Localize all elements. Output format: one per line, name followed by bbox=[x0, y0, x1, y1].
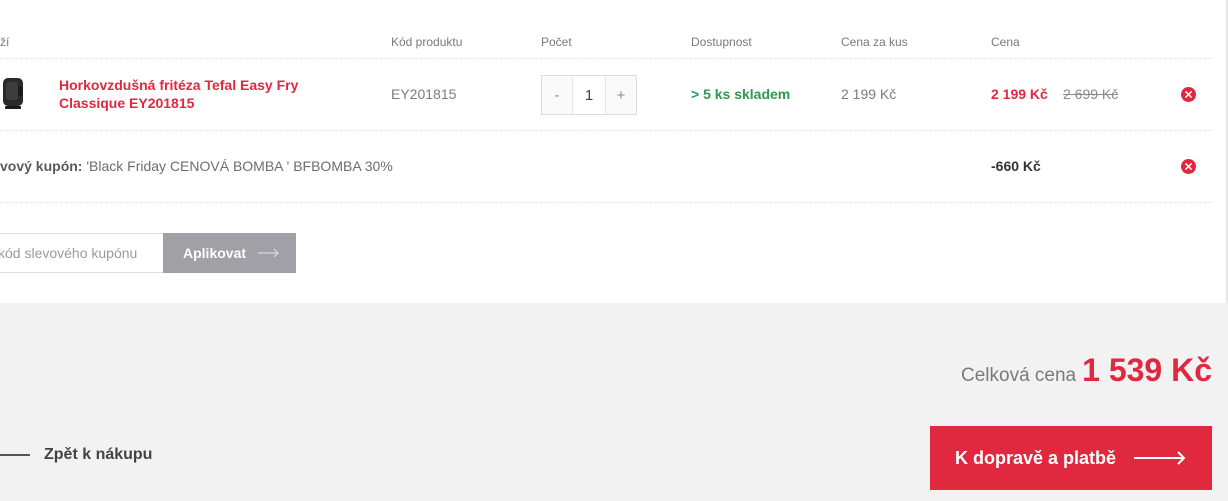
header-availability: Dostupnost bbox=[691, 35, 752, 49]
header-price: Cena bbox=[991, 35, 1020, 49]
coupon-discount: -660 Kč bbox=[991, 158, 1041, 174]
row-divider bbox=[0, 130, 1212, 131]
product-code: EY201815 bbox=[391, 86, 457, 102]
checkout-button[interactable]: K dopravě a platbě bbox=[930, 426, 1212, 490]
header-unit-price: Cena za kus bbox=[841, 35, 908, 49]
total-value: 1 539 Kč bbox=[1082, 352, 1212, 388]
cart-panel: ží Kód produktu Počet Dostupnost Cena za… bbox=[0, 0, 1228, 303]
remove-coupon-button[interactable] bbox=[1181, 159, 1196, 174]
header-product: ží bbox=[0, 35, 10, 49]
quantity-increase-button[interactable]: + bbox=[606, 76, 636, 114]
header-qty: Počet bbox=[541, 35, 572, 49]
apply-coupon-button[interactable]: Aplikovat bbox=[163, 233, 296, 273]
cart-total: Celková cena 1 539 Kč bbox=[961, 352, 1212, 389]
item-old-price: 2 699 Kč bbox=[1063, 86, 1119, 102]
quantity-decrease-button[interactable]: - bbox=[542, 76, 572, 114]
close-icon bbox=[1185, 163, 1192, 170]
item-price: 2 199 Kč bbox=[991, 86, 1048, 102]
unit-price: 2 199 Kč bbox=[841, 86, 897, 102]
header-divider bbox=[0, 58, 1212, 59]
total-label: Celková cena bbox=[961, 365, 1077, 386]
arrow-right-icon bbox=[1134, 451, 1186, 465]
product-name-link[interactable]: Horkovzdušná fritéza Tefal Easy Fry Clas… bbox=[59, 76, 349, 112]
coupon-label: vový kupón: bbox=[0, 158, 83, 174]
close-icon bbox=[1185, 91, 1192, 98]
quantity-stepper: - 1 + bbox=[541, 75, 637, 115]
back-line-icon bbox=[0, 454, 30, 456]
back-to-shopping-label: Zpět k nákupu bbox=[44, 446, 153, 463]
arrow-right-icon bbox=[258, 248, 279, 258]
quantity-input[interactable]: 1 bbox=[572, 76, 606, 114]
coupon-code-input[interactable] bbox=[0, 233, 164, 273]
air-fryer-image[interactable] bbox=[0, 76, 26, 110]
applied-coupon: vový kupón: 'Black Friday CENOVÁ BOMBA '… bbox=[0, 158, 393, 174]
header-code: Kód produktu bbox=[391, 35, 463, 49]
availability-status: > 5 ks skladem bbox=[691, 86, 791, 102]
checkout-label: K dopravě a platbě bbox=[955, 447, 1117, 468]
apply-coupon-label: Aplikovat bbox=[183, 245, 247, 261]
coupon-text: 'Black Friday CENOVÁ BOMBA ' BFBOMBA 30% bbox=[82, 158, 393, 174]
row-divider bbox=[0, 202, 1212, 203]
remove-item-button[interactable] bbox=[1181, 87, 1196, 102]
back-to-shopping-link[interactable]: Zpět k nákupu bbox=[0, 446, 152, 464]
